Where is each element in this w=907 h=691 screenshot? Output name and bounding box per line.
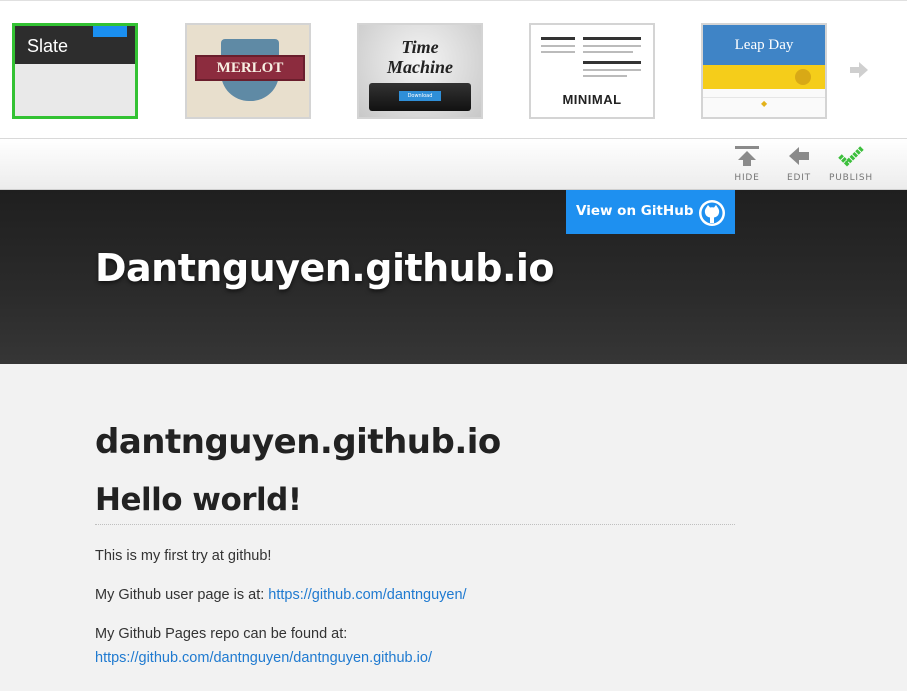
arrow-right-icon[interactable]: [848, 59, 870, 81]
time-machine-device-preview: Download: [369, 83, 471, 111]
theme-slate-label: Slate: [27, 36, 69, 56]
merlot-ribbon: MERLOT: [195, 55, 305, 81]
user-page-text: My Github user page is at:: [95, 587, 269, 603]
user-page-link[interactable]: https://github.com/dantnguyen/: [268, 587, 466, 603]
minimal-line: [583, 75, 627, 77]
heading-divider: [95, 524, 735, 525]
editor-toolbar: HIDE EDIT PUBLISH: [0, 138, 907, 190]
minimal-bar: [541, 37, 575, 40]
leap-day-star-icon: ◆: [761, 99, 768, 108]
site-header: View on GitHub Dantnguyen.github.io: [0, 190, 907, 364]
paragraph-repo-link: https://github.com/dantnguyen/dantnguyen…: [95, 650, 432, 666]
github-octocat-icon: [699, 200, 725, 226]
checkmark-icon: [838, 146, 864, 167]
hide-label: HIDE: [734, 173, 760, 183]
minimal-line: [583, 69, 641, 71]
publish-label: PUBLISH: [829, 173, 873, 183]
section-heading: Hello world!: [95, 482, 302, 518]
repo-link[interactable]: https://github.com/dantnguyen/dantnguyen…: [95, 650, 432, 666]
edit-label: EDIT: [787, 173, 811, 183]
page-heading: dantnguyen.github.io: [95, 422, 501, 462]
minimal-bar: [583, 37, 641, 40]
hide-button[interactable]: HIDE: [730, 145, 764, 183]
theme-merlot[interactable]: MERLOT: [185, 23, 311, 119]
view-on-github-label: View on GitHub: [576, 203, 694, 219]
slate-button-preview: [93, 26, 127, 37]
theme-leap-day-label: Leap Day: [734, 37, 794, 53]
minimal-line: [541, 45, 575, 47]
edit-button[interactable]: EDIT: [783, 145, 815, 183]
paragraph-repo: My Github Pages repo can be found at:: [95, 626, 348, 642]
publish-button[interactable]: PUBLISH: [826, 145, 876, 183]
arrow-left-icon: [789, 147, 809, 165]
theme-minimal-label: MINIMAL: [562, 92, 622, 107]
minimal-line: [583, 51, 633, 53]
minimal-line: [541, 51, 575, 53]
leap-day-divider: [703, 97, 825, 98]
time-machine-download-preview: Download: [399, 91, 441, 101]
minimal-line: [583, 45, 641, 47]
theme-time-machine[interactable]: Time Machine Download: [357, 23, 483, 119]
theme-merlot-label: MERLOT: [216, 60, 284, 76]
site-title: Dantnguyen.github.io: [95, 246, 555, 290]
minimal-bar: [583, 61, 641, 64]
theme-chooser: Slate MERLOT Time Machine Download MINIM…: [0, 0, 907, 138]
leap-day-github-icon: [795, 69, 811, 85]
paragraph-user-page: My Github user page is at: https://githu…: [95, 587, 467, 603]
theme-time-machine-label: Time Machine: [386, 37, 453, 77]
theme-minimal[interactable]: MINIMAL: [529, 23, 655, 119]
view-on-github-button[interactable]: View on GitHub: [566, 190, 735, 234]
theme-slate[interactable]: Slate: [12, 23, 138, 119]
paragraph-intro: This is my first try at github!: [95, 548, 272, 564]
hide-icon: [735, 146, 759, 166]
theme-leap-day[interactable]: Leap Day ◆: [701, 23, 827, 119]
